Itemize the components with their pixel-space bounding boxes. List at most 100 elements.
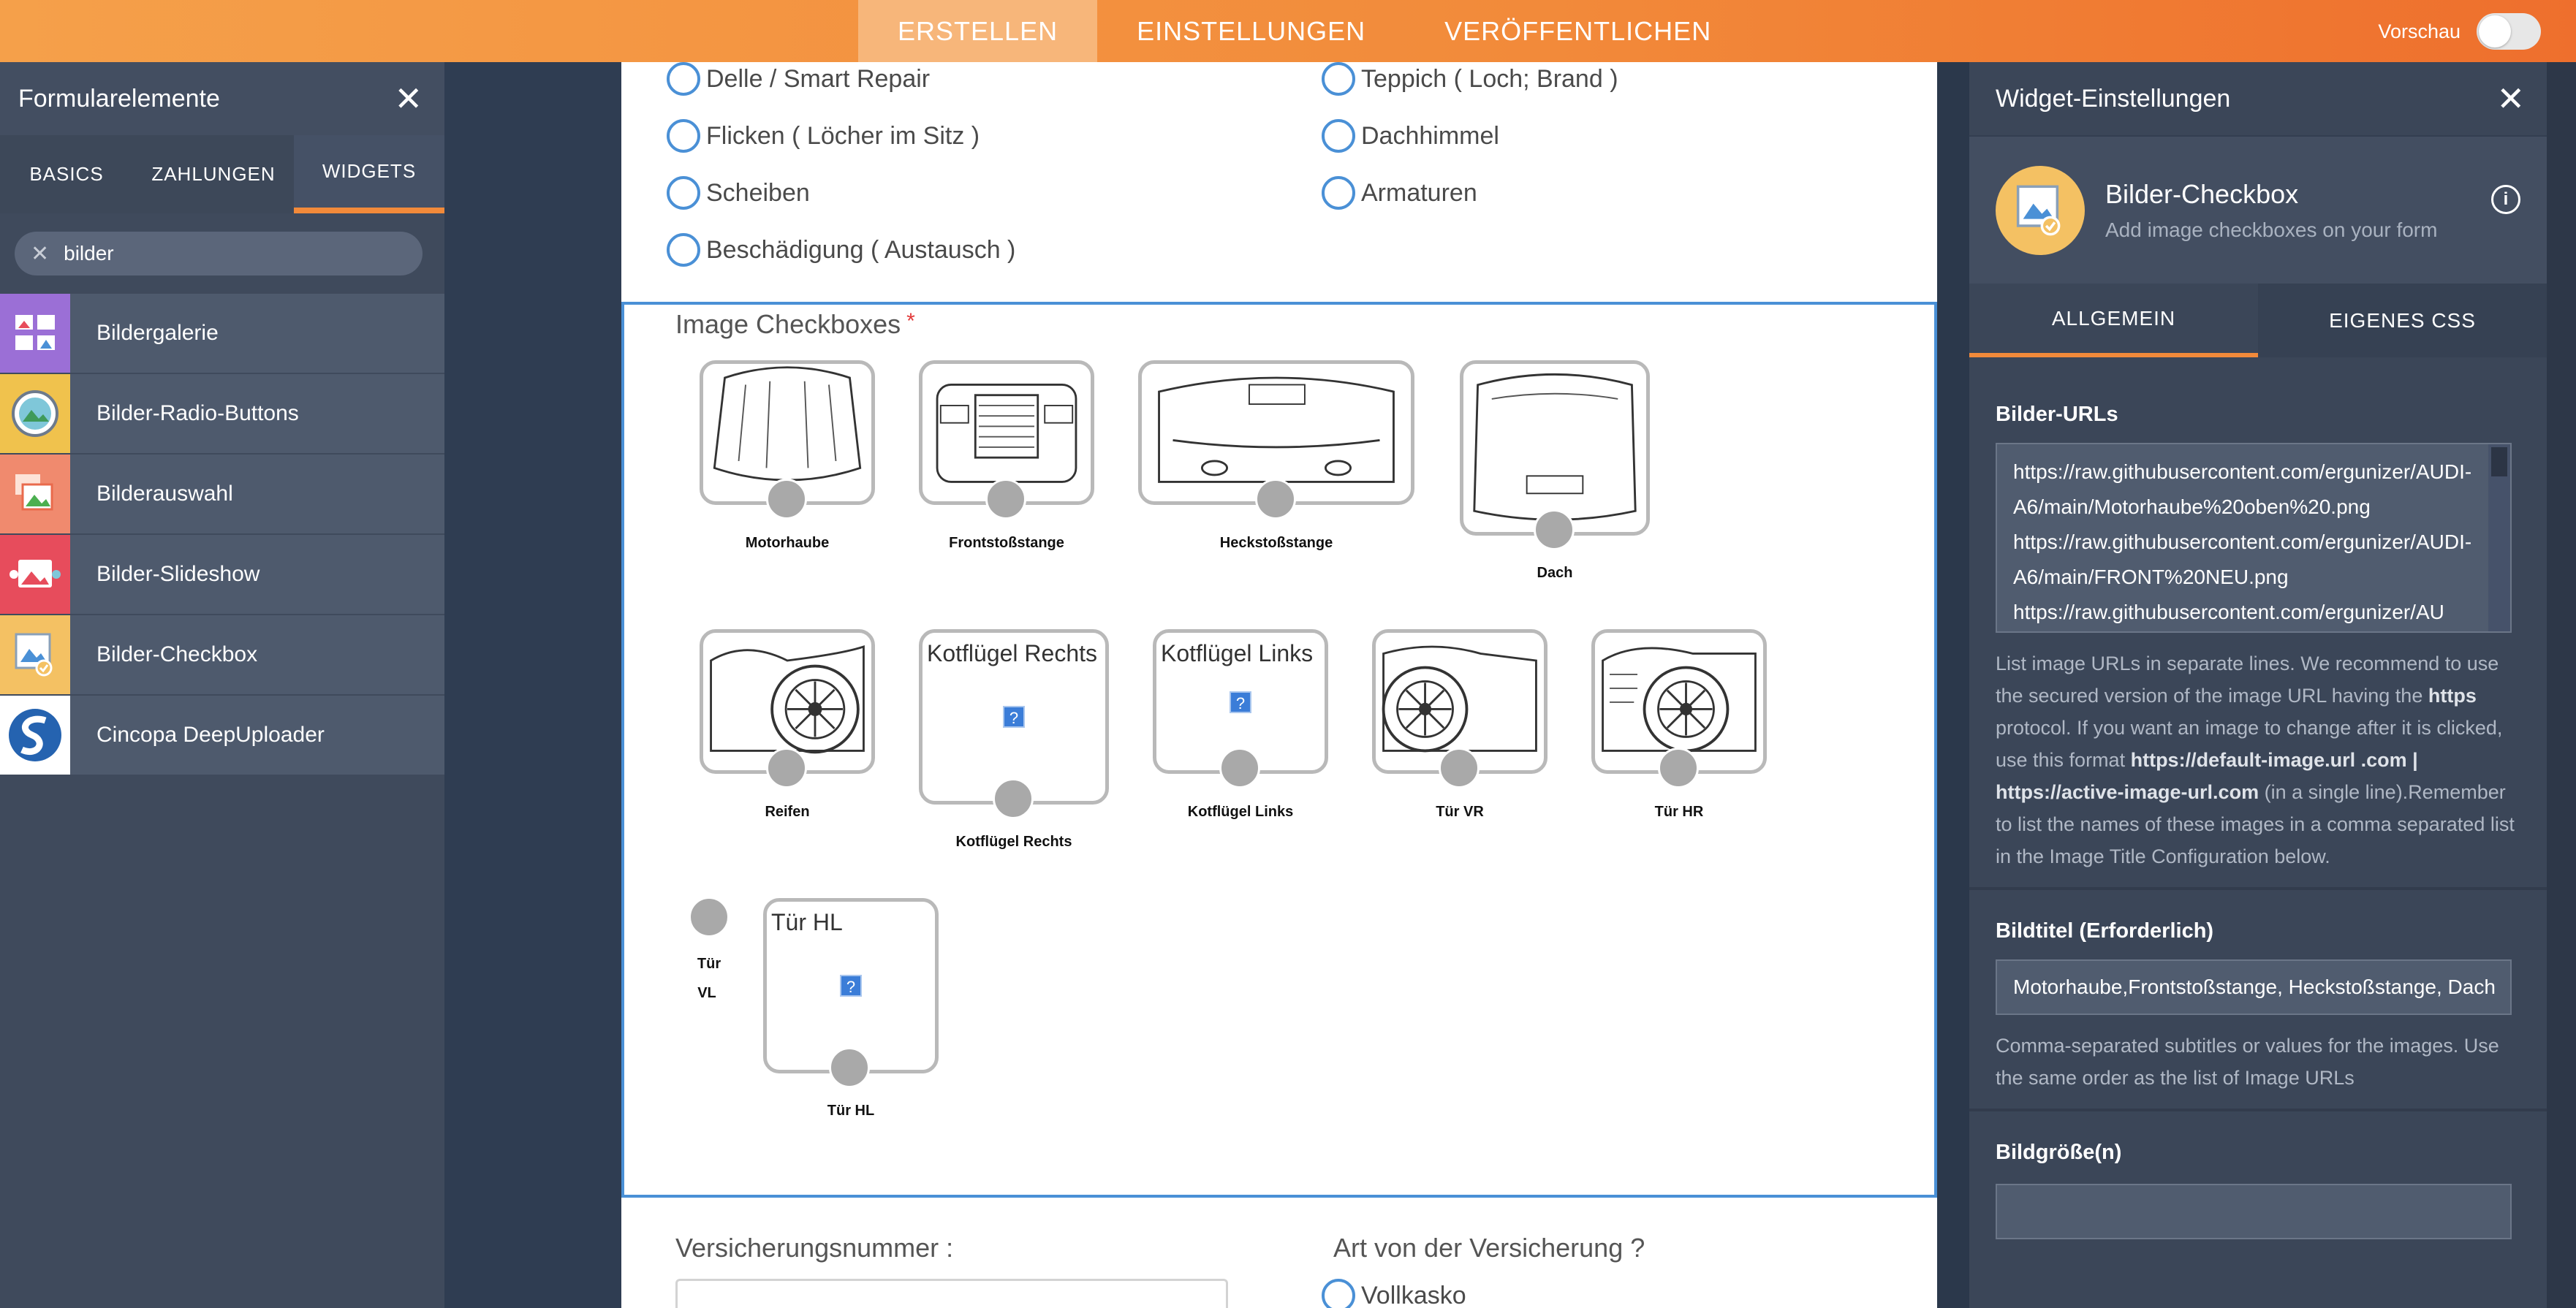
radio-option[interactable]: Flicken ( Löcher im Sitz ) xyxy=(667,119,980,153)
checkbox-tuer-vr[interactable] xyxy=(1439,748,1480,788)
widget-item-bildergalerie[interactable]: Bildergalerie xyxy=(0,294,444,374)
widget-name: Bilder-Checkbox xyxy=(2105,178,2299,209)
image-radio-icon xyxy=(0,374,70,453)
caption-frontstossstange: Frontstoßstange xyxy=(949,535,1064,551)
caption-tuer-hl: Tür HL xyxy=(827,1103,875,1119)
preview-label: Vorschau xyxy=(2378,20,2461,42)
widget-search[interactable]: ✕ bilder xyxy=(15,232,423,275)
textarea-scrollbar[interactable] xyxy=(2488,444,2510,631)
top-bar: ERSTELLEN EINSTELLUNGEN VERÖFFENTLICHEN … xyxy=(0,0,2576,62)
tab-allgemein[interactable]: ALLGEMEIN xyxy=(1969,284,2258,357)
radio-label: Vollkasko xyxy=(1361,1281,1466,1308)
radio-label: Armaturen xyxy=(1361,178,1477,207)
image-size-section: Bildgröße(n) xyxy=(1969,1111,2547,1239)
cincopa-icon xyxy=(0,696,70,775)
image-urls-help: List image URLs in separate lines. We re… xyxy=(1996,653,2515,867)
caption-kotfluegel-links: Kotflügel Links xyxy=(1187,804,1294,820)
radio-option[interactable]: Delle / Smart Repair xyxy=(667,62,930,96)
insurance-type-label: Art von der Versicherung ? xyxy=(1333,1233,1645,1263)
slideshow-icon xyxy=(0,535,70,614)
radio-circle[interactable] xyxy=(667,119,700,153)
radio-option-vollkasko[interactable]: Vollkasko xyxy=(1322,1279,1466,1308)
radio-option[interactable]: Scheiben xyxy=(667,176,810,210)
tab-veroeffentlichen[interactable]: VERÖFFENTLICHEN xyxy=(1405,0,1751,62)
caption-kotfluegel-rechts: Kotflügel Rechts xyxy=(955,834,1072,850)
tab-zahlungen[interactable]: ZAHLUNGEN xyxy=(133,135,294,213)
checkbox-tuer-hl[interactable] xyxy=(829,1047,870,1088)
broken-image-icon: ? xyxy=(840,975,862,997)
widget-label: Bilderauswahl xyxy=(96,482,233,506)
widget-label: Bilder-Slideshow xyxy=(96,562,260,586)
checkbox-kotfluegel-rechts[interactable] xyxy=(993,778,1034,819)
close-settings-icon[interactable]: ✕ xyxy=(2496,82,2525,115)
checkbox-kotfluegel-links[interactable] xyxy=(1219,748,1260,788)
image-urls-label: Bilder-URLs xyxy=(1996,403,2118,426)
image-urls-textarea[interactable]: https://raw.githubusercontent.com/erguni… xyxy=(1996,443,2512,633)
image-urls-value[interactable]: https://raw.githubusercontent.com/erguni… xyxy=(2013,460,2471,623)
widget-item-bilderauswahl[interactable]: Bilderauswahl xyxy=(0,455,444,535)
radio-circle[interactable] xyxy=(667,62,700,96)
widget-label: Cincopa DeepUploader xyxy=(96,723,325,747)
checkbox-tuer-hr[interactable] xyxy=(1658,748,1699,788)
tab-eigenes-css[interactable]: EIGENES CSS xyxy=(2258,284,2547,357)
radio-option[interactable]: Teppich ( Loch; Brand ) xyxy=(1322,62,1618,96)
radio-option[interactable]: Beschädigung ( Austausch ) xyxy=(667,233,1015,267)
radio-circle[interactable] xyxy=(1322,176,1355,210)
checkbox-dach[interactable] xyxy=(1534,509,1575,550)
checkbox-heckstossstange[interactable] xyxy=(1255,479,1296,520)
widget-label: Bilder-Checkbox xyxy=(96,642,258,666)
preview-toggle[interactable] xyxy=(2477,13,2541,50)
widget-card: Bilder-Checkbox Add image checkboxes on … xyxy=(1969,135,2547,284)
widget-info: Bilder-Checkbox Add image checkboxes on … xyxy=(2105,179,2491,242)
image-urls-section: Bilder-URLs https://raw.githubuserconten… xyxy=(1969,357,2547,872)
top-nav: ERSTELLEN EINSTELLUNGEN VERÖFFENTLICHEN xyxy=(858,0,1751,62)
broken-image-title: Kotflügel Rechts xyxy=(927,640,1098,666)
close-icon[interactable]: ✕ xyxy=(394,82,423,115)
toggle-knob xyxy=(2479,15,2511,47)
widget-settings-panel: Widget-Einstellungen ✕ Bilder-Checkbox A… xyxy=(1969,62,2547,1308)
form-elements-header: Formularelemente ✕ xyxy=(0,62,444,135)
checkbox-frontstossstange[interactable] xyxy=(985,479,1026,520)
preview-control: Vorschau xyxy=(2378,13,2541,50)
radio-label: Delle / Smart Repair xyxy=(706,64,931,93)
tab-einstellungen[interactable]: EINSTELLUNGEN xyxy=(1097,0,1405,62)
gallery-icon xyxy=(0,294,70,373)
insurance-number-input[interactable] xyxy=(675,1279,1228,1308)
widget-item-bilder-radio-buttons[interactable]: Bilder-Radio-Buttons xyxy=(0,374,444,455)
broken-image-title: Kotflügel Links xyxy=(1161,640,1314,666)
radio-option[interactable]: Armaturen xyxy=(1322,176,1477,210)
element-tabs: BASICS ZAHLUNGEN WIDGETS xyxy=(0,135,444,213)
caption-tuer-vl: Tür VL xyxy=(697,956,721,1001)
checkbox-reifen[interactable] xyxy=(766,748,807,788)
widget-item-bilder-slideshow[interactable]: Bilder-Slideshow xyxy=(0,535,444,615)
widget-item-bilder-checkbox[interactable]: Bilder-Checkbox xyxy=(0,615,444,696)
radio-option[interactable]: Dachhimmel xyxy=(1322,119,1499,153)
caption-tuer-hr: Tür HR xyxy=(1654,804,1704,820)
checkbox-tuer-vl[interactable] xyxy=(689,897,730,938)
radio-circle[interactable] xyxy=(667,176,700,210)
caption-tuer-vr: Tür VR xyxy=(1436,804,1484,820)
settings-scrollbar[interactable] xyxy=(2547,62,2576,1308)
radio-circle[interactable] xyxy=(1322,62,1355,96)
radio-circle[interactable] xyxy=(667,233,700,267)
radio-circle[interactable] xyxy=(1322,119,1355,153)
caption-motorhaube: Motorhaube xyxy=(745,535,830,551)
tab-erstellen[interactable]: ERSTELLEN xyxy=(858,0,1098,62)
checkbox-motorhaube[interactable] xyxy=(766,479,807,520)
image-picker-icon xyxy=(0,455,70,533)
search-input[interactable]: bilder xyxy=(64,242,113,265)
widget-settings-header: Widget-Einstellungen ✕ xyxy=(1969,62,2547,135)
widget-label: Bildergalerie xyxy=(96,321,219,345)
tab-widgets[interactable]: WIDGETS xyxy=(294,135,444,213)
image-title-input[interactable]: Motorhaube,Frontstoßstange, Heckstoßstan… xyxy=(1996,959,2512,1015)
widget-item-cincopa-deepuploader[interactable]: Cincopa DeepUploader xyxy=(0,696,444,776)
image-size-input[interactable] xyxy=(1996,1184,2512,1239)
info-icon[interactable]: i xyxy=(2491,184,2520,214)
clear-search-icon[interactable]: ✕ xyxy=(31,241,49,267)
broken-image-title: Tür HL xyxy=(771,909,843,935)
radio-circle[interactable] xyxy=(1322,1279,1355,1308)
widget-settings-title: Widget-Einstellungen xyxy=(1996,84,2231,113)
widget-label: Bilder-Radio-Buttons xyxy=(96,401,299,425)
tab-basics[interactable]: BASICS xyxy=(0,135,133,213)
form-elements-title: Formularelemente xyxy=(18,84,220,113)
